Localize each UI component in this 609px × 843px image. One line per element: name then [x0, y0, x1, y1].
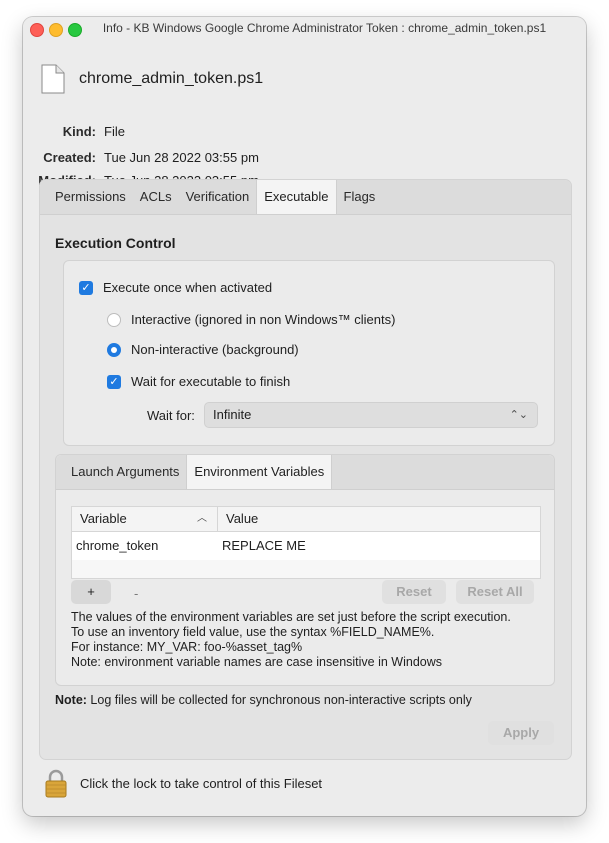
reset-button[interactable]: Reset [382, 580, 446, 604]
help-line: To use an inventory field value, use the… [71, 625, 435, 639]
env-variables-table: Variable ︿ Value chrome_token REPLACE ME [71, 506, 541, 579]
interactive-radio[interactable] [107, 312, 121, 327]
tab-acls[interactable]: ACLs [133, 180, 179, 214]
remove-variable-button[interactable]: - [134, 586, 138, 601]
help-line: The values of the environment variables … [71, 610, 511, 624]
created-value: Tue Jun 28 2022 03:55 pm [104, 150, 259, 165]
tab-panel: Permissions ACLs Verification Executable… [39, 179, 572, 760]
tab-launch-arguments[interactable]: Launch Arguments [56, 455, 186, 489]
interactive-row[interactable]: Interactive (ignored in non Windows™ cli… [107, 312, 395, 327]
tab-verification[interactable]: Verification [179, 180, 257, 214]
empty-table-row [72, 560, 540, 578]
tab-permissions[interactable]: Permissions [40, 180, 133, 214]
column-header-variable[interactable]: Variable ︿ [72, 507, 218, 531]
sort-ascending-icon: ︿ [197, 513, 207, 524]
wait-finish-label: Wait for executable to finish [131, 374, 291, 389]
value-cell[interactable]: REPLACE ME [218, 532, 306, 560]
column-header-value[interactable]: Value [218, 507, 540, 531]
inner-tab-bar: Launch Arguments Environment Variables [56, 455, 554, 490]
non-interactive-radio[interactable] [107, 342, 121, 357]
info-window: Info - KB Windows Google Chrome Administ… [23, 17, 586, 816]
tab-flags[interactable]: Flags [337, 180, 383, 214]
wait-for-value: Infinite [213, 407, 252, 422]
file-header: chrome_admin_token.ps1 Kind: File Create… [23, 40, 586, 188]
interactive-label: Interactive (ignored in non Windows™ cli… [131, 312, 396, 327]
non-interactive-row[interactable]: Non-interactive (background) [107, 342, 299, 357]
document-icon [41, 64, 65, 94]
non-interactive-label: Non-interactive (background) [131, 342, 299, 357]
tab-environment-variables[interactable]: Environment Variables [186, 455, 333, 489]
note-label: Note: [55, 693, 87, 707]
lock-message: Click the lock to take control of this F… [80, 776, 323, 791]
add-variable-button[interactable]: + [71, 580, 111, 604]
execute-once-row[interactable]: ✓ Execute once when activated [79, 280, 272, 295]
wait-for-label: Wait for: [147, 408, 195, 423]
updown-chevron-icon: ⌃⌄ [509, 409, 528, 421]
column-header-value-label: Value [226, 511, 259, 526]
created-label: Created: [43, 150, 96, 165]
table-row[interactable]: chrome_token REPLACE ME [72, 532, 540, 560]
variable-cell[interactable]: chrome_token [72, 532, 218, 560]
execute-once-label: Execute once when activated [103, 280, 273, 295]
file-name: chrome_admin_token.ps1 [79, 70, 264, 87]
tab-bar: Permissions ACLs Verification Executable… [40, 180, 571, 215]
log-note: Note: Log files will be collected for sy… [55, 693, 472, 707]
arguments-panel: Launch Arguments Environment Variables V… [55, 454, 555, 686]
help-line: For instance: MY_VAR: foo-%asset_tag% [71, 640, 303, 654]
help-line: Note: environment variable names are cas… [71, 655, 443, 669]
kind-label: Kind: [62, 124, 96, 139]
apply-button[interactable]: Apply [488, 721, 554, 745]
lock-icon[interactable] [44, 769, 68, 799]
note-text: Log files will be collected for synchron… [86, 693, 472, 707]
help-text: The values of the environment variables … [71, 610, 511, 670]
execute-once-checkbox[interactable]: ✓ [79, 280, 93, 295]
reset-all-button[interactable]: Reset All [456, 580, 534, 604]
execution-control-title: Execution Control [55, 235, 176, 251]
kind-value: File [104, 124, 125, 139]
title-bar: Info - KB Windows Google Chrome Administ… [23, 17, 586, 40]
wait-finish-row[interactable]: ✓ Wait for executable to finish [107, 374, 290, 389]
wait-for-select[interactable]: Infinite ⌃⌄ [204, 402, 538, 428]
execution-control-box: ✓ Execute once when activated Interactiv… [63, 260, 555, 446]
tab-executable[interactable]: Executable [256, 180, 337, 214]
window-title: Info - KB Windows Google Chrome Administ… [102, 21, 547, 35]
column-header-variable-label: Variable [80, 511, 127, 526]
wait-finish-checkbox[interactable]: ✓ [107, 374, 121, 389]
table-header: Variable ︿ Value [72, 507, 540, 532]
